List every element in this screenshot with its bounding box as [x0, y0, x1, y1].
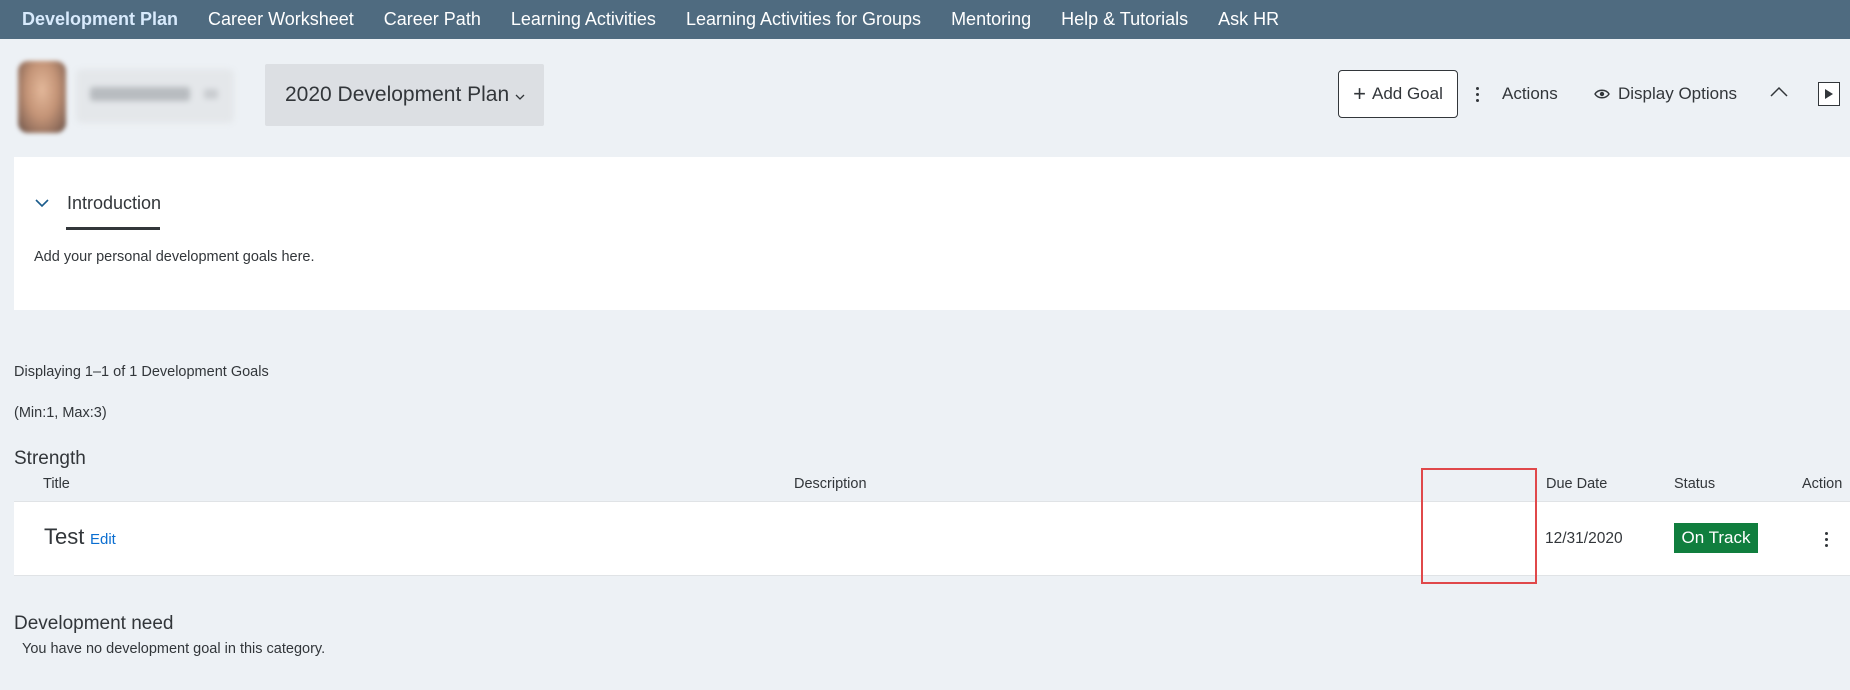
chevron-down-icon[interactable]: [34, 197, 50, 209]
vertical-dots-icon: [1476, 86, 1482, 102]
column-header-description: Description: [794, 476, 867, 492]
display-options-button[interactable]: Display Options: [1594, 70, 1737, 118]
vertical-dots-icon: [1825, 531, 1831, 547]
goals-count-text: Displaying 1–1 of 1 Development Goals: [14, 364, 269, 380]
tab-underline: [66, 227, 160, 230]
add-goal-label: Add Goal: [1371, 84, 1443, 103]
chevron-down-icon: [204, 89, 218, 99]
actions-button[interactable]: Actions: [1476, 70, 1558, 118]
nav-item-help-tutorials[interactable]: Help & Tutorials: [1046, 9, 1203, 30]
category-heading-development-need: Development need: [14, 613, 174, 634]
column-header-title: Title: [43, 476, 70, 492]
column-header-action: Action: [1802, 476, 1843, 492]
nav-item-development-plan[interactable]: Development Plan: [0, 9, 193, 30]
nav-item-career-worksheet[interactable]: Career Worksheet: [193, 9, 369, 30]
row-actions-menu[interactable]: [1825, 529, 1831, 549]
chevron-up-icon[interactable]: [1768, 83, 1790, 103]
highlight-annotation-box: [1421, 468, 1537, 584]
column-header-due-date: Due Date: [1546, 476, 1608, 492]
display-options-label: Display Options: [1618, 84, 1738, 103]
goal-due-date: 12/31/2020: [1545, 530, 1623, 547]
status-badge: On Track: [1674, 523, 1758, 553]
nav-item-ask-hr[interactable]: Ask HR: [1203, 9, 1294, 30]
plan-header: 2020 Development Plan + Add Goal Actions…: [0, 39, 1850, 156]
nav-item-learning-activities-for-groups[interactable]: Learning Activities for Groups: [671, 9, 936, 30]
plus-icon: +: [1353, 81, 1366, 106]
chevron-down-icon: [515, 94, 525, 100]
actions-label: Actions: [1502, 84, 1558, 103]
nav-item-mentoring[interactable]: Mentoring: [936, 9, 1046, 30]
nav-item-learning-activities[interactable]: Learning Activities: [496, 9, 671, 30]
empty-category-message: You have no development goal in this cat…: [22, 641, 326, 657]
goal-title: Test: [44, 524, 85, 549]
column-header-status: Status: [1674, 476, 1716, 492]
edit-goal-link[interactable]: Edit: [90, 531, 116, 548]
goals-minmax-text: (Min:1, Max:3): [14, 405, 107, 421]
avatar: [18, 61, 66, 133]
introduction-tab[interactable]: Introduction: [67, 193, 161, 214]
plan-selector[interactable]: 2020 Development Plan: [265, 64, 544, 126]
plan-selector-label: 2020 Development Plan: [285, 83, 510, 106]
introduction-panel: Introduction Add your personal developme…: [14, 157, 1850, 310]
table-row: Test Edit 12/31/2020 On Track: [14, 501, 1850, 576]
nav-item-career-path[interactable]: Career Path: [369, 9, 496, 30]
top-navigation-bar: Development Plan Career Worksheet Career…: [0, 0, 1850, 39]
play-button[interactable]: [1818, 82, 1840, 106]
person-selector-blurred[interactable]: [76, 69, 234, 123]
play-icon: [1825, 89, 1833, 99]
person-name-blurred: [90, 87, 190, 101]
add-goal-button[interactable]: + Add Goal: [1338, 70, 1458, 118]
introduction-text: Add your personal development goals here…: [34, 249, 315, 265]
eye-icon: [1594, 89, 1610, 99]
category-heading-strength: Strength: [14, 448, 86, 469]
